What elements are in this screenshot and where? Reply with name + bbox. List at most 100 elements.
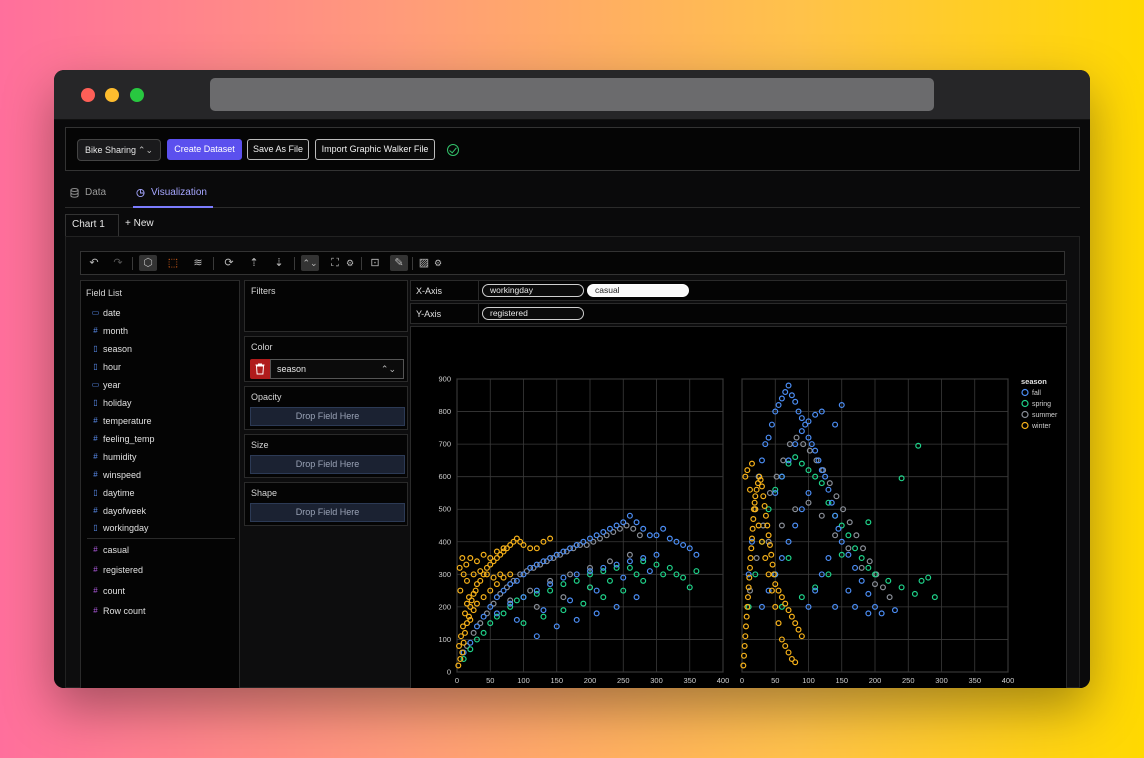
- data-point-winter: [769, 561, 776, 568]
- data-point-spring: [918, 577, 925, 584]
- data-point-fall: [765, 434, 772, 441]
- field-date[interactable]: ▭ date: [91, 306, 121, 320]
- color-field-select[interactable]: season ⌃⌄: [270, 359, 404, 379]
- create-dataset-button[interactable]: Create Dataset: [167, 139, 242, 160]
- tab-data[interactable]: Data: [67, 182, 106, 208]
- refresh-icon[interactable]: ⟳: [220, 255, 238, 271]
- size-drop-zone[interactable]: Drop Field Here: [250, 455, 405, 474]
- import-file-button[interactable]: Import Graphic Walker File: [315, 139, 435, 160]
- x-tick-label: 50: [486, 676, 494, 685]
- data-point-spring: [693, 568, 700, 575]
- field-daytime[interactable]: ▯ daytime: [91, 486, 134, 500]
- maximize-window-button[interactable]: [130, 88, 144, 102]
- trash-icon[interactable]: [250, 359, 270, 379]
- data-point-winter: [765, 532, 772, 539]
- dataset-select[interactable]: Bike Sharing ⌃⌄: [77, 139, 161, 161]
- data-point-fall: [845, 551, 852, 558]
- data-point-fall: [567, 597, 574, 604]
- x-axis-shelf: X-Axis workingday casual: [410, 280, 1067, 301]
- shape-drop-zone[interactable]: Drop Field Here: [250, 503, 405, 522]
- new-chart-button[interactable]: + New: [119, 214, 160, 236]
- field-label: hour: [103, 362, 122, 372]
- undo-icon[interactable]: ↶: [85, 255, 103, 271]
- data-point-winter: [778, 594, 785, 601]
- field-season[interactable]: ▯ season: [91, 342, 132, 356]
- focus-icon[interactable]: ⊡: [366, 255, 384, 271]
- opacity-drop-zone[interactable]: Drop Field Here: [250, 407, 405, 426]
- field-workingday[interactable]: ▯ workingday: [91, 521, 148, 535]
- data-point-fall: [507, 600, 514, 607]
- field-casual[interactable]: # casual: [91, 543, 129, 557]
- data-point-winter: [490, 574, 497, 581]
- field-count[interactable]: # count: [91, 584, 125, 598]
- data-point-winter: [457, 587, 464, 594]
- data-point-winter: [470, 607, 477, 614]
- field-year[interactable]: ▭ year: [91, 378, 121, 392]
- data-point-winter: [500, 545, 507, 552]
- filters-box[interactable]: Filters: [244, 280, 408, 332]
- field-month[interactable]: # month: [91, 324, 128, 338]
- field-temperature[interactable]: # temperature: [91, 414, 151, 428]
- x-field-pill-casual[interactable]: casual: [587, 284, 689, 297]
- data-point-fall: [560, 574, 567, 581]
- data-point-fall: [778, 395, 785, 402]
- hash-icon: #: [93, 586, 98, 595]
- y-tick-label: 200: [438, 602, 451, 611]
- data-point-fall: [865, 610, 872, 617]
- data-point-winter: [744, 467, 751, 474]
- field-dayofweek[interactable]: # dayofweek: [91, 504, 146, 518]
- data-point-fall: [778, 555, 785, 562]
- field-row-count[interactable]: # Row count: [91, 604, 145, 618]
- y-field-pill-registered[interactable]: registered: [482, 307, 584, 320]
- save-as-file-button[interactable]: Save As File: [247, 139, 309, 160]
- x-field-pill-workingday[interactable]: workingday: [482, 284, 584, 297]
- field-registered[interactable]: # registered: [91, 563, 143, 577]
- data-point-summer: [866, 558, 873, 565]
- field-holiday[interactable]: ▯ holiday: [91, 396, 132, 410]
- paint-brush-icon[interactable]: ✎: [390, 255, 408, 271]
- minimize-window-button[interactable]: [105, 88, 119, 102]
- text-icon: ▯: [93, 523, 98, 532]
- field-feeling-temp[interactable]: # feeling_temp: [91, 432, 154, 446]
- close-window-button[interactable]: [81, 88, 95, 102]
- tab-visualization[interactable]: Visualization: [133, 182, 213, 208]
- data-point-winter: [463, 561, 470, 568]
- cube-icon[interactable]: ⬡: [139, 255, 157, 271]
- data-point-winter: [768, 587, 775, 594]
- sort-desc-icon[interactable]: ⇣: [270, 255, 288, 271]
- app-content: Bike Sharing ⌃⌄ Create Dataset Save As F…: [54, 120, 1090, 688]
- layers-icon[interactable]: ≋: [189, 255, 207, 271]
- tab-data-label: Data: [85, 187, 107, 198]
- data-point-fall: [633, 519, 640, 526]
- hash-icon: #: [93, 470, 98, 479]
- sort-asc-icon[interactable]: ⇡: [245, 255, 263, 271]
- data-point-summer: [766, 489, 773, 496]
- field-label: holiday: [103, 398, 132, 408]
- data-point-fall: [613, 561, 620, 568]
- data-point-fall: [527, 564, 534, 571]
- data-point-spring: [885, 577, 892, 584]
- data-point-fall: [560, 548, 567, 555]
- expand-icon[interactable]: ⌃⌄: [301, 255, 319, 271]
- redo-icon[interactable]: ↷: [109, 255, 127, 271]
- tab-chart-1[interactable]: Chart 1: [65, 214, 119, 236]
- address-bar[interactable]: [210, 78, 934, 111]
- brush-icon[interactable]: ⬚: [164, 255, 182, 271]
- x-tick-label: 0: [740, 676, 744, 685]
- data-point-spring: [500, 610, 507, 617]
- field-humidity[interactable]: # humidity: [91, 450, 136, 464]
- field-hour[interactable]: ▯ hour: [91, 360, 121, 374]
- data-point-winter: [463, 600, 470, 607]
- y-tick-label: 500: [438, 505, 451, 514]
- data-point-winter: [782, 600, 789, 607]
- y-tick-label: 400: [438, 537, 451, 546]
- x-tick-label: 100: [802, 676, 815, 685]
- data-point-fall: [812, 447, 819, 454]
- data-point-winter: [459, 623, 466, 630]
- chart-toolbar: ↶ ↷ ⬡ ⬚ ≋ ⟳ ⇡ ⇣ ⌃⌄ ⛶ ⚙ ⊡ ✎ ▨ ⚙: [80, 251, 1065, 275]
- field-winspeed[interactable]: # winspeed: [91, 468, 141, 482]
- text-icon: ▯: [93, 398, 98, 407]
- data-point-spring: [606, 577, 613, 584]
- gear-icon[interactable]: ⚙: [341, 255, 359, 271]
- gear-icon[interactable]: ⚙: [429, 255, 447, 271]
